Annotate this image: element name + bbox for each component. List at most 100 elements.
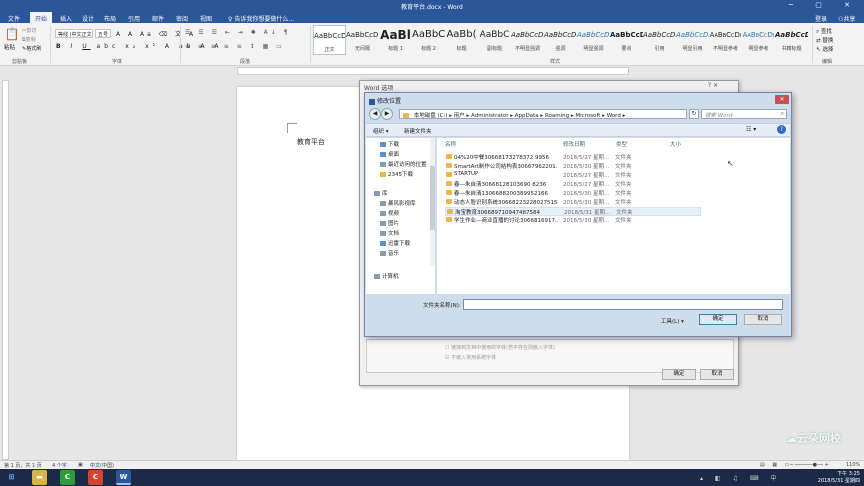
- tab-file[interactable]: 文件: [8, 14, 20, 23]
- page-count[interactable]: 第 1 页，共 1 页: [4, 462, 42, 469]
- style-item[interactable]: AaBb(标题: [445, 25, 478, 55]
- taskbar-app-red[interactable]: C: [88, 470, 103, 485]
- list-item[interactable]: 学生作业—商业直播的讨论3066816917... 2018/5/30 星期...…: [445, 216, 701, 225]
- view-buttons[interactable]: ▤ ▦ ▭: [760, 462, 792, 468]
- share-button[interactable]: ⚇共享: [838, 14, 855, 23]
- back-button[interactable]: ◀: [369, 108, 381, 120]
- nav-item-recent[interactable]: 最近访问的位置: [380, 160, 427, 168]
- style-item[interactable]: AaBbCcDı 正文: [313, 25, 346, 55]
- help-button[interactable]: ?: [777, 125, 786, 134]
- list-tools[interactable]: ☰ ☰ ☰ ⇤ ⇥ ✱ A↓ ¶: [185, 29, 291, 36]
- copy-button[interactable]: ⧉复制: [22, 36, 36, 43]
- no-system-fonts-checkbox[interactable]: ☑ 不嵌入常用系统字体: [445, 354, 496, 361]
- taskbar-app-green[interactable]: C: [60, 470, 75, 485]
- refresh-button[interactable]: ↻: [689, 109, 699, 119]
- nav-item-libraries[interactable]: 库: [374, 189, 388, 197]
- list-item-hovered[interactable]: 淘宝教育306689710947487584 2018/5/31 星期... 文件夹: [445, 207, 701, 216]
- list-item[interactable]: 动态人脸识别系统306682232280275156 2018/5/30 星期..…: [445, 198, 701, 207]
- path-item[interactable]: Word: [607, 113, 621, 118]
- zoom-slider[interactable]: ─ ──────●── +: [790, 462, 829, 468]
- taskbar-word[interactable]: W: [116, 470, 131, 485]
- options-cancel-button[interactable]: 取消: [700, 369, 734, 380]
- tab-design[interactable]: 设计: [82, 14, 94, 23]
- replace-button[interactable]: ⇄ 替换: [816, 36, 833, 44]
- find-button[interactable]: ⌕ 查找: [816, 27, 832, 36]
- nav-scrollbar-thumb[interactable]: [430, 166, 435, 230]
- style-item[interactable]: AaBbCcDı 无间隔: [346, 25, 379, 55]
- tools-dropdown[interactable]: 工具(L) ▾: [661, 317, 684, 325]
- style-item[interactable]: AaBbCcD 书籍标题: [775, 25, 808, 55]
- font-size-select[interactable]: 五号: [95, 29, 111, 38]
- nav-item-computer[interactable]: 计算机: [374, 272, 399, 280]
- path-item[interactable]: AppData: [515, 113, 539, 118]
- forward-button[interactable]: ▶: [381, 108, 393, 120]
- tab-review[interactable]: 审阅: [176, 14, 188, 23]
- path-item[interactable]: Roaming: [545, 113, 569, 118]
- language-status[interactable]: 中文(中国): [90, 462, 114, 469]
- nav-item-pictures[interactable]: 图片: [380, 219, 399, 227]
- tab-references[interactable]: 引用: [128, 14, 140, 23]
- style-item[interactable]: AaBbC 标题 2: [412, 25, 445, 55]
- tab-layout[interactable]: 布局: [104, 14, 116, 23]
- list-item[interactable]: 春—朱自清30668128103690 8236 2018/5/27 星期... 文…: [445, 180, 701, 189]
- login-link[interactable]: 登录: [815, 14, 827, 23]
- path-item[interactable]: 用户: [454, 113, 465, 118]
- taskbar-explorer[interactable]: ▬: [32, 470, 47, 485]
- align-tools[interactable]: ≡ ≡ ≡ ≡ ≡ ↕ ▦ ▭: [185, 43, 285, 50]
- tab-insert[interactable]: 插入: [60, 14, 72, 23]
- folder-name-input[interactable]: [463, 299, 783, 310]
- horizontal-ruler[interactable]: [237, 67, 629, 75]
- style-item[interactable]: AaBl 标题 1: [379, 25, 412, 55]
- address-bar[interactable]: 本地磁盘 (C:) ▸ 用户 ▸ Administrator ▸ AppData…: [399, 109, 687, 119]
- cancel-button[interactable]: 取消: [744, 314, 782, 325]
- style-item[interactable]: AaBbCcDı 要点: [610, 25, 643, 55]
- word-count[interactable]: 4 个字: [52, 462, 67, 469]
- clock-time[interactable]: 下午 3:25: [816, 470, 860, 477]
- path-item[interactable]: 本地磁盘 (C:): [414, 113, 448, 118]
- vertical-ruler[interactable]: [2, 80, 9, 460]
- style-item[interactable]: AaBbCcDı 明显引用: [676, 25, 709, 55]
- style-item[interactable]: AaBbCcDı 明显参考: [742, 25, 775, 55]
- path-item[interactable]: Administrator: [471, 113, 509, 118]
- tab-view[interactable]: 视图: [200, 14, 212, 23]
- list-item[interactable]: 春—朱自清1306688200389952166 2018/5/30 星期... 文…: [445, 189, 701, 198]
- tell-me-box[interactable]: ♀ 告诉我你想要做什么...: [228, 14, 294, 23]
- style-item[interactable]: AaBbCcDı 强调: [544, 25, 577, 55]
- close-button[interactable]: ✕: [775, 95, 789, 104]
- help-close-controls[interactable]: ? ✕: [708, 82, 718, 89]
- clock-date[interactable]: 2018/5/31 星期四: [808, 477, 860, 484]
- style-item[interactable]: AaBbCcDı 引用: [643, 25, 676, 55]
- nav-item-baofeng[interactable]: 暴风影视库: [380, 199, 416, 207]
- window-controls[interactable]: ─ ▢ ✕: [789, 1, 860, 9]
- nav-item-2345[interactable]: 2345下载: [380, 170, 413, 178]
- column-type[interactable]: 类型: [616, 140, 627, 148]
- start-button[interactable]: ⊞: [4, 470, 19, 485]
- column-size[interactable]: 大小: [670, 140, 681, 148]
- style-item[interactable]: AaBbCcDı 明显强调: [577, 25, 610, 55]
- style-item[interactable]: AaBbCcDı 不明显参考: [709, 25, 742, 55]
- path-item[interactable]: Microsoft: [575, 113, 600, 118]
- nav-item-documents[interactable]: 文档: [380, 229, 399, 237]
- zoom-level[interactable]: 110%: [846, 462, 860, 468]
- search-box[interactable]: 搜索 Word ⌕: [701, 109, 787, 119]
- style-item[interactable]: AaBbCcDı 不明显强调: [511, 25, 544, 55]
- new-folder-button[interactable]: 新建文件夹: [404, 127, 432, 135]
- list-item[interactable]: 04%20中餐30668173278372 9956 2018/5/27 星期..…: [445, 153, 701, 162]
- style-item[interactable]: AaBbC 副标题: [478, 25, 511, 55]
- options-ok-button[interactable]: 确定: [662, 369, 696, 380]
- proofing-icon[interactable]: ▣: [78, 462, 83, 468]
- ok-button[interactable]: 确定: [699, 314, 737, 325]
- document-text[interactable]: 教育平台: [297, 137, 325, 147]
- nav-item-xunlei[interactable]: 迅雷下载: [380, 239, 410, 247]
- view-toggle[interactable]: ☷ ▾: [746, 126, 756, 133]
- nav-item-downloads[interactable]: 下载: [380, 140, 399, 148]
- tab-mailings[interactable]: 邮件: [152, 14, 164, 23]
- cut-button[interactable]: ✂剪切: [22, 27, 36, 34]
- column-date[interactable]: 修改日期: [563, 140, 585, 148]
- nav-item-videos[interactable]: 视频: [380, 209, 399, 217]
- list-item[interactable]: SmartArt制作公司结构表30667962201... 2018/5/30 星…: [445, 162, 701, 171]
- format-painter-button[interactable]: ✎格式刷: [22, 45, 41, 52]
- tab-home[interactable]: 开始: [30, 12, 53, 23]
- nav-item-desktop[interactable]: 桌面: [380, 150, 399, 158]
- select-button[interactable]: ↖ 选择: [816, 45, 833, 53]
